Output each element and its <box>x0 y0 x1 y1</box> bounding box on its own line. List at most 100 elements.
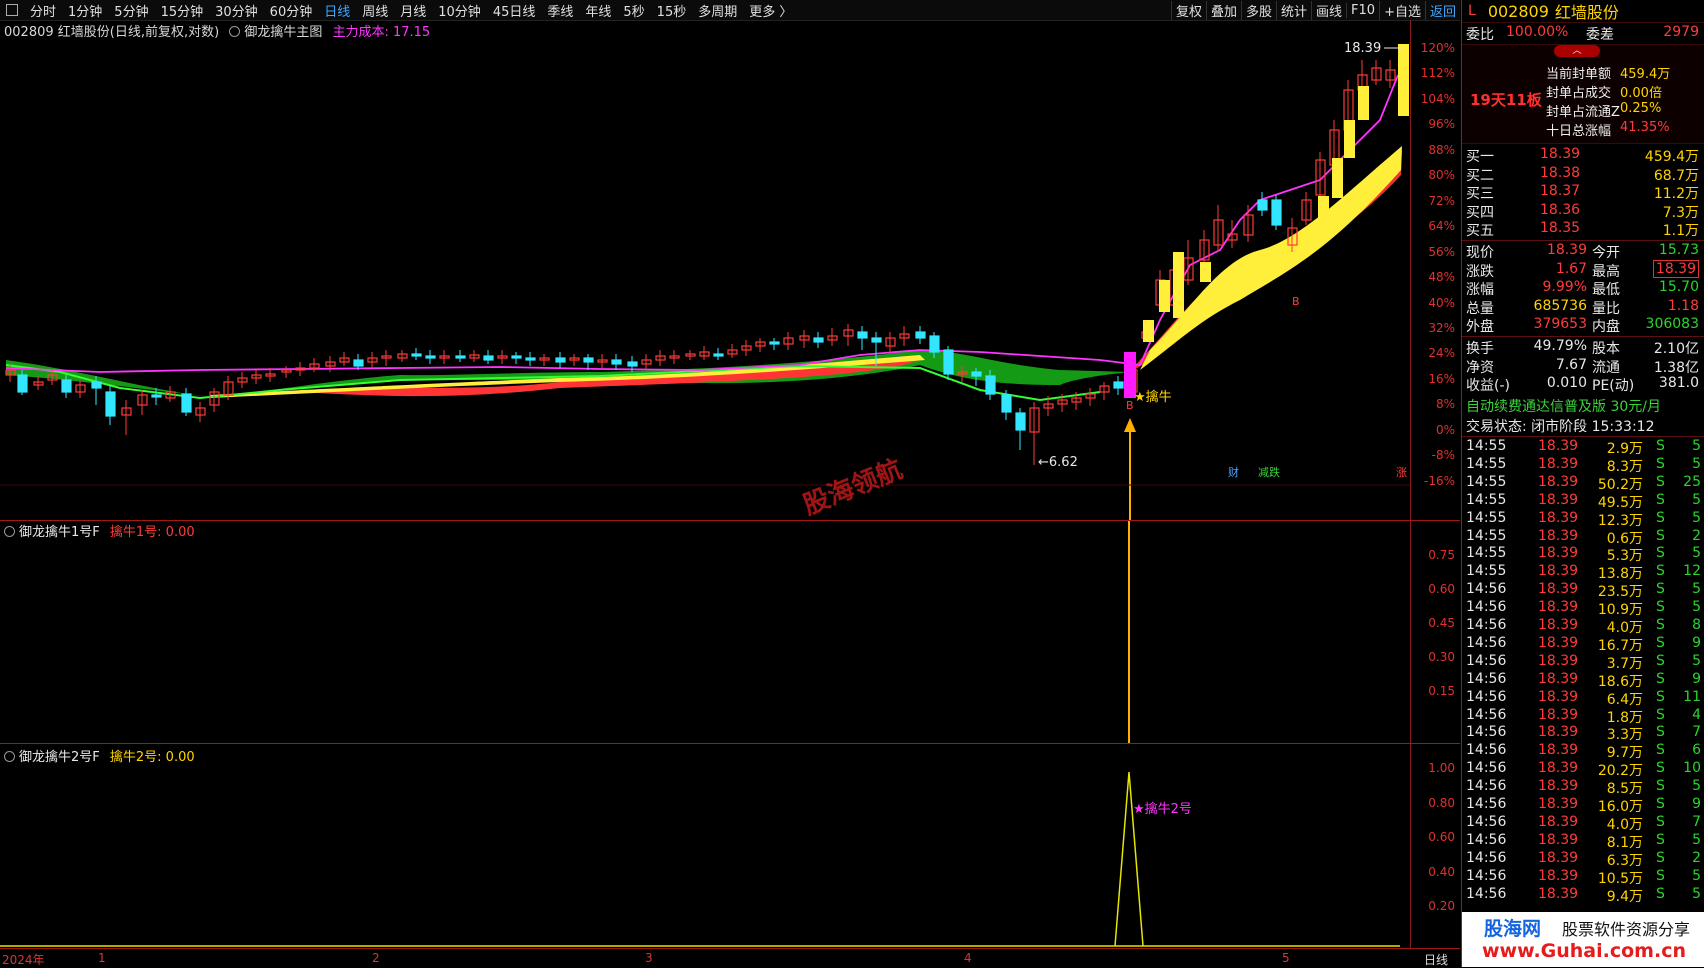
tick-row: 14:55 18.39 0.6万 S 2 <box>1462 527 1704 547</box>
tick-row: 14:56 18.39 6.3万 S 2 <box>1462 849 1704 869</box>
sub1-y-axis: 0.75 0.60 0.45 0.30 0.15 <box>1410 521 1461 743</box>
limit-up-bar <box>1159 280 1170 312</box>
tick-time: 14:55 <box>1466 438 1507 454</box>
period-tab[interactable]: 10分钟 <box>432 1 487 20</box>
sub-panel-1[interactable]: 御龙擒牛1号F 擒牛1号: 0.00 <box>0 521 1410 743</box>
toolbar-button[interactable]: +自选 <box>1379 0 1425 20</box>
period-tab[interactable]: 多周期 <box>692 1 743 20</box>
info-label: 股本 <box>1592 341 1620 357</box>
tick-time: 14:55 <box>1466 527 1507 544</box>
bid-level: 买一 <box>1466 149 1494 165</box>
divider <box>1462 240 1704 241</box>
candle-body <box>353 359 364 367</box>
sub-panel-2[interactable]: 御龙擒牛2号F 擒牛2号: 0.00 ★擒牛2号 <box>0 744 1410 948</box>
quote-row: 外盘 379653 内盘 306083 <box>1462 316 1704 335</box>
tick-row: 14:55 18.39 49.5万 S 5 <box>1462 491 1704 511</box>
weibi-value: 100.00% <box>1506 24 1569 40</box>
toolbar-button[interactable]: 复权 <box>1170 0 1206 20</box>
main-chart-panel[interactable]: 002809 红墙股份(日线,前复权,对数) 御龙擒牛主图 主力成本: 17.1… <box>0 20 1410 521</box>
limit-up-bar <box>1332 158 1343 198</box>
quote-value: 15.73 <box>1658 242 1699 258</box>
stock-name: 红墙股份 <box>1554 3 1619 22</box>
period-tab[interactable]: 30分钟 <box>209 1 264 20</box>
toolbar-button[interactable]: 多股 <box>1241 0 1276 20</box>
period-tab[interactable]: 60分钟 <box>264 1 319 20</box>
event-marker: 财 <box>1228 465 1239 479</box>
period-tab[interactable]: 周线 <box>356 1 394 20</box>
tick-time: 14:56 <box>1466 778 1507 795</box>
period-tab[interactable]: 15秒 <box>651 1 693 20</box>
period-tab[interactable]: 日线 <box>318 1 356 20</box>
x-label-month-1: 1 <box>98 951 106 965</box>
candle-body <box>91 381 102 389</box>
period-tab[interactable]: 季线 <box>541 1 579 20</box>
x-label-month-4: 4 <box>964 951 972 965</box>
window-menu-icon[interactable] <box>6 4 18 16</box>
y-tick-label: 0.75 <box>1428 548 1455 562</box>
period-tab[interactable]: 5秒 <box>617 1 650 20</box>
toolbar-button[interactable]: 叠加 <box>1205 0 1241 20</box>
info-label: 收益(-) <box>1466 378 1510 395</box>
quote-value: 379653 <box>1533 316 1587 333</box>
period-toolbar: 分时 1分钟 5分钟 15分钟 30分钟 60分钟 日线 周线 月线 10分钟 45日线 季线 年线 5秒… <box>0 0 1460 21</box>
period-tab[interactable]: 45日线 <box>487 1 542 20</box>
candle-body <box>713 353 724 357</box>
quote-value: 18.39 <box>1652 259 1699 278</box>
limit-up-bar <box>1358 86 1369 120</box>
tick-count: 4 <box>1692 706 1701 723</box>
x-axis-period[interactable]: 日线 <box>1424 951 1448 968</box>
quote-header: L 002809 红墙股份 <box>1462 0 1704 23</box>
tick-price: 18.39 <box>1538 563 1579 580</box>
tick-row: 14:55 18.39 2.9万 S 5 <box>1462 438 1704 457</box>
b-marker: B <box>1292 295 1300 308</box>
tick-side: S <box>1656 617 1665 633</box>
limit-up-bar <box>1398 44 1409 116</box>
tick-count: 5 <box>1692 652 1701 669</box>
collapse-up-icon[interactable]: ︿ <box>1554 45 1600 57</box>
tick-price: 18.39 <box>1538 778 1579 795</box>
tick-count: 7 <box>1692 813 1701 830</box>
y-tick-label: 0.15 <box>1428 684 1455 698</box>
tick-price: 18.39 <box>1538 849 1579 866</box>
promo-link[interactable]: 自动续费通达信普及版 30元/月 <box>1466 396 1661 416</box>
period-tab[interactable]: 年线 <box>579 1 617 20</box>
logo-slogan: 股票软件资源分享 <box>1562 920 1691 939</box>
toolbar-button[interactable]: F10 <box>1346 2 1379 18</box>
y-tick-label: 112% <box>1420 66 1455 81</box>
logo-text: 股海网 <box>1484 918 1542 940</box>
info-label: 换手 <box>1466 341 1494 357</box>
y-tick-label: 16% <box>1428 371 1455 386</box>
tick-side: S <box>1656 831 1665 848</box>
period-tab[interactable]: 5分钟 <box>108 1 154 20</box>
weicha-label: 委差 <box>1586 27 1614 43</box>
tick-price: 18.39 <box>1538 652 1579 669</box>
seal-label: 封单占成交 <box>1546 86 1612 101</box>
period-tab[interactable]: 分时 <box>24 1 62 20</box>
tick-row: 14:56 18.39 18.6万 S 9 <box>1462 670 1704 690</box>
tick-side: S <box>1656 563 1665 580</box>
period-tab[interactable]: 月线 <box>394 1 432 20</box>
tick-price: 18.39 <box>1538 885 1579 902</box>
tick-side: S <box>1656 455 1665 472</box>
tick-price: 18.39 <box>1538 670 1579 687</box>
period-tab[interactable]: 1分钟 <box>62 1 108 20</box>
divider <box>1462 436 1704 437</box>
y-tick-label: 96% <box>1428 117 1455 132</box>
tick-volume: 9.4万 <box>1606 888 1643 905</box>
tick-price: 18.39 <box>1538 688 1579 705</box>
tick-side: S <box>1656 670 1665 687</box>
candlestick-chart[interactable]: 18.39←6.62★擒牛BB财 减跌涨 <box>0 20 1410 520</box>
toolbar-button[interactable]: 统计 <box>1276 0 1311 20</box>
y-tick-label: 120% <box>1420 41 1455 55</box>
period-tab[interactable]: 更多 〉 <box>743 1 798 20</box>
toolbar-button[interactable]: 返回 <box>1424 0 1460 20</box>
candle-body <box>425 355 436 359</box>
tick-time: 14:56 <box>1466 867 1507 884</box>
tick-side: S <box>1656 813 1665 830</box>
tick-price: 18.39 <box>1538 491 1579 508</box>
toolbar-button[interactable]: 画线 <box>1311 0 1346 20</box>
signal-label: ★擒牛 <box>1134 389 1172 405</box>
period-tab[interactable]: 15分钟 <box>155 1 210 20</box>
b-marker: B <box>1126 399 1134 412</box>
trade-status: 交易状态: 闭市阶段 15:33:12 <box>1466 419 1655 435</box>
